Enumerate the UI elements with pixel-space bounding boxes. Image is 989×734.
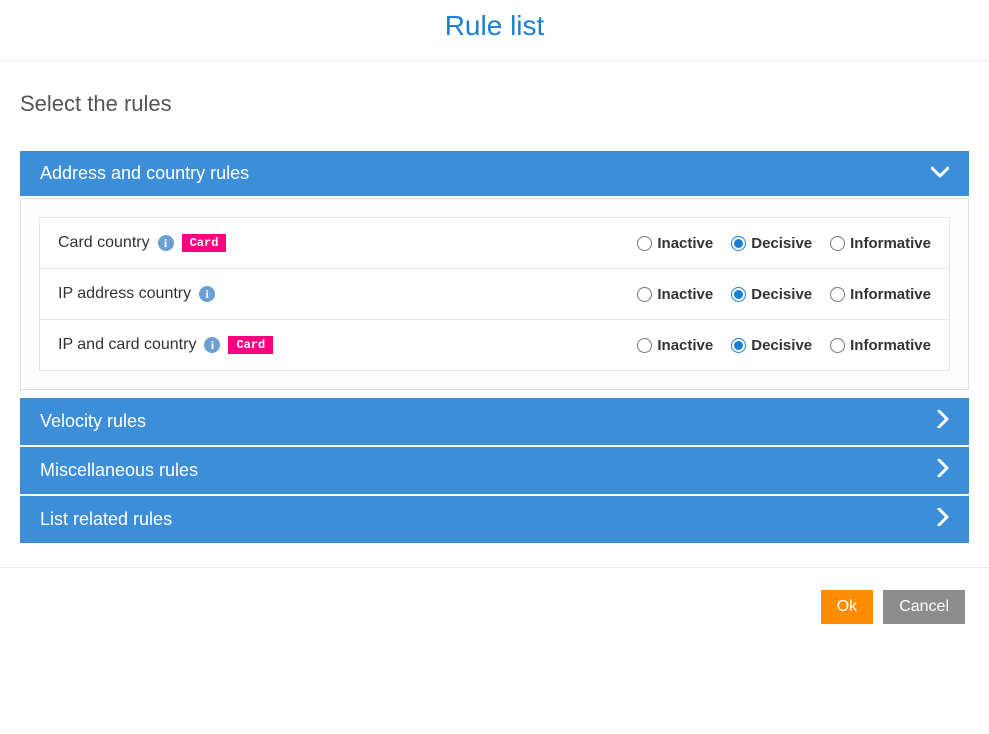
radio-option-decisive[interactable]: Decisive: [731, 235, 812, 252]
radio-label: Decisive: [751, 235, 812, 252]
rule-options: Inactive Decisive Informative: [637, 235, 931, 252]
radio-inactive[interactable]: [637, 338, 652, 353]
radio-inactive[interactable]: [637, 236, 652, 251]
rule-row: IP address country i Inactive Decisive Infor…: [39, 268, 950, 320]
radio-label: Informative: [850, 235, 931, 252]
rule-label: IP address country: [58, 285, 191, 303]
page-title: Rule list: [0, 10, 989, 42]
radio-decisive[interactable]: [731, 287, 746, 302]
radio-option-inactive[interactable]: Inactive: [637, 337, 713, 354]
rule-row: Card country i Card Inactive Decisive Informa…: [39, 217, 950, 269]
radio-option-decisive[interactable]: Decisive: [731, 286, 812, 303]
page-header: Rule list: [0, 0, 989, 61]
sections-container: Address and country rulesCard countryiCa…: [20, 151, 969, 543]
radio-option-informative[interactable]: Informative: [830, 235, 931, 252]
radio-option-informative[interactable]: Informative: [830, 337, 931, 354]
cancel-button[interactable]: Cancel: [883, 590, 965, 624]
rule-options: Inactive Decisive Informative: [637, 286, 931, 303]
info-icon[interactable]: i: [204, 337, 220, 353]
radio-label: Inactive: [657, 235, 713, 252]
chevron-right-icon: [937, 410, 949, 433]
radio-option-decisive[interactable]: Decisive: [731, 337, 812, 354]
radio-inactive[interactable]: [637, 287, 652, 302]
radio-decisive[interactable]: [731, 236, 746, 251]
rule-label: IP and card country: [58, 336, 196, 354]
radio-label: Informative: [850, 337, 931, 354]
rule-options: Inactive Decisive Informative: [637, 337, 931, 354]
section-header-label: Address and country rules: [40, 163, 249, 184]
content: Select the rules Address and country rul…: [0, 61, 989, 567]
chevron-right-icon: [937, 459, 949, 482]
rule-label: Card country: [58, 234, 150, 252]
info-icon[interactable]: i: [158, 235, 174, 251]
radio-label: Decisive: [751, 286, 812, 303]
section-header-label: List related rules: [40, 509, 172, 530]
section-header-address[interactable]: Address and country rules: [20, 151, 969, 196]
radio-informative[interactable]: [830, 338, 845, 353]
chevron-down-icon: [931, 165, 949, 183]
radio-label: Decisive: [751, 337, 812, 354]
radio-label: Inactive: [657, 286, 713, 303]
radio-decisive[interactable]: [731, 338, 746, 353]
radio-option-inactive[interactable]: Inactive: [637, 286, 713, 303]
radio-informative[interactable]: [830, 236, 845, 251]
radio-option-inactive[interactable]: Inactive: [637, 235, 713, 252]
page-subtitle: Select the rules: [20, 91, 969, 117]
radio-label: Informative: [850, 286, 931, 303]
section-header-label: Miscellaneous rules: [40, 460, 198, 481]
rule-label-wrap: IP and card country i Card: [58, 336, 273, 354]
rule-label-wrap: IP address country i: [58, 285, 215, 303]
radio-informative[interactable]: [830, 287, 845, 302]
section-header-velocity[interactable]: Velocity rules: [20, 398, 969, 445]
card-badge: Card: [182, 234, 227, 252]
section-header-label: Velocity rules: [40, 411, 146, 432]
info-icon[interactable]: i: [199, 286, 215, 302]
section-body-address: Card country i Card Inactive Decisive Informa…: [20, 198, 969, 390]
section-header-list-related[interactable]: List related rules: [20, 496, 969, 543]
card-badge: Card: [228, 336, 273, 354]
radio-option-informative[interactable]: Informative: [830, 286, 931, 303]
footer: Ok Cancel: [0, 567, 989, 634]
radio-label: Inactive: [657, 337, 713, 354]
rule-label-wrap: Card country i Card: [58, 234, 226, 252]
chevron-right-icon: [937, 508, 949, 531]
section-header-misc[interactable]: Miscellaneous rules: [20, 447, 969, 494]
rule-row: IP and card country i Card Inactive Decisive…: [39, 319, 950, 371]
ok-button[interactable]: Ok: [821, 590, 873, 624]
